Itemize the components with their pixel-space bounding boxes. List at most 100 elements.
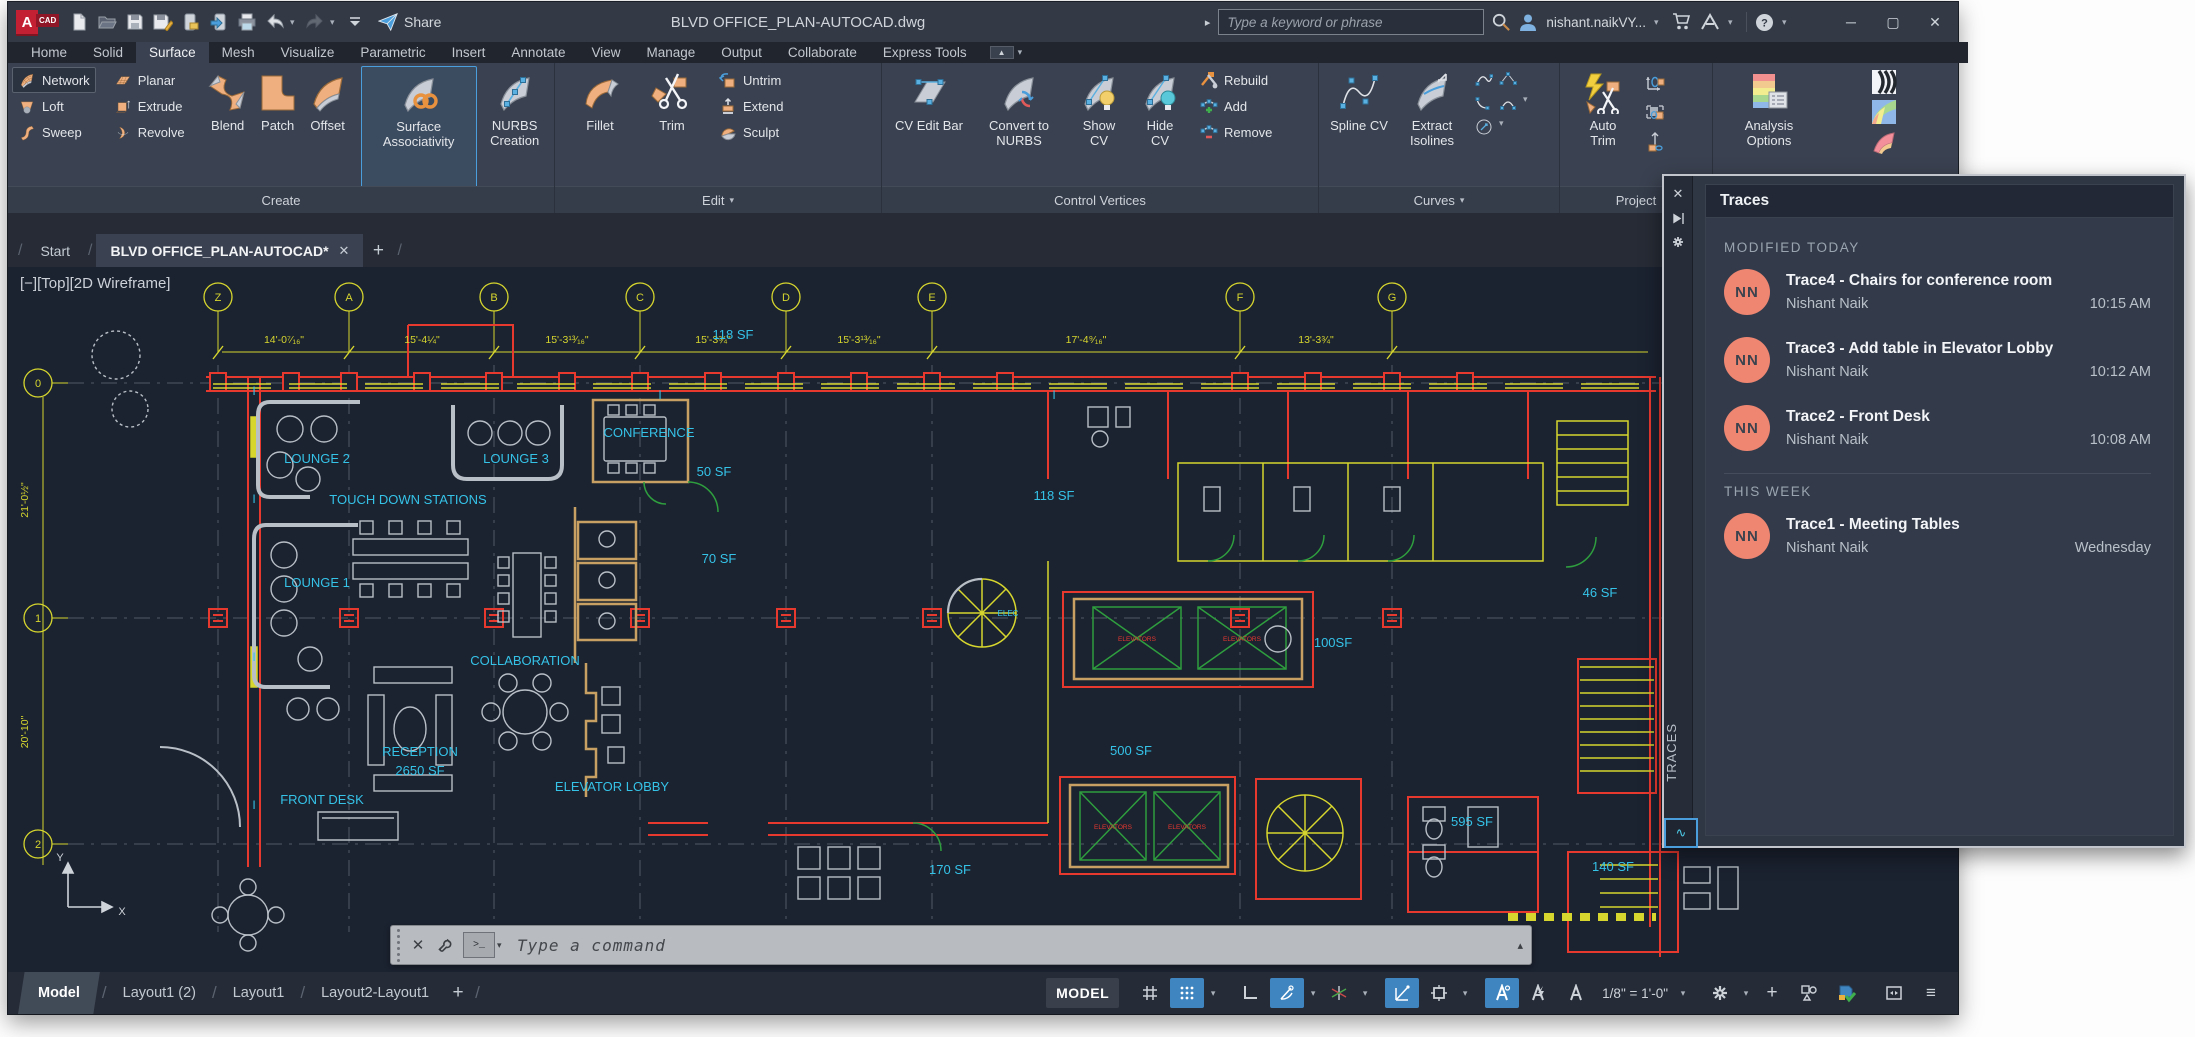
open-from-web-mobile-button[interactable] xyxy=(178,9,204,35)
project-to-vector-icon[interactable] xyxy=(1644,131,1666,153)
trace-list-item[interactable]: NNTrace1 - Meeting TablesNishant NaikWed… xyxy=(1724,513,2151,559)
surface-associativity-toggle[interactable]: SurfaceAssociativity xyxy=(361,66,477,190)
iso-dropdown[interactable]: ▾ xyxy=(1359,988,1371,999)
ribbon-tab-visualize[interactable]: Visualize xyxy=(268,42,348,63)
help-dropdown[interactable]: ▾ xyxy=(1782,17,1792,28)
ortho-mode-toggle[interactable] xyxy=(1233,978,1267,1008)
object-snap-tracking-toggle[interactable] xyxy=(1385,978,1419,1008)
command-input[interactable] xyxy=(507,935,1517,956)
convert-to-nurbs-button[interactable]: Convert toNURBS xyxy=(970,66,1068,188)
ribbon-tab-surface[interactable]: Surface xyxy=(136,42,209,63)
workspace-dropdown[interactable]: ▾ xyxy=(1740,988,1752,999)
plot-button[interactable] xyxy=(234,9,260,35)
trace-list-item[interactable]: NNTrace4 - Chairs for conference roomNis… xyxy=(1724,269,2151,315)
redo-button[interactable] xyxy=(302,9,328,35)
analysis-options-button[interactable]: AnalysisOptions xyxy=(1723,66,1815,188)
app-store-cart-icon[interactable] xyxy=(1672,13,1692,31)
surface-untrim-button[interactable]: Untrim xyxy=(713,67,789,93)
blend-curve-icon[interactable] xyxy=(1475,94,1493,112)
cv-rebuild-button[interactable]: Rebuild xyxy=(1194,67,1278,93)
ribbon-tab-annotate[interactable]: Annotate xyxy=(498,42,578,63)
ribbon-tab-mesh[interactable]: Mesh xyxy=(209,42,268,63)
command-bar-drag-handle[interactable] xyxy=(391,926,405,964)
polar-tracking-toggle[interactable] xyxy=(1270,978,1304,1008)
arc-curve-icon[interactable] xyxy=(1499,94,1517,112)
redo-dropdown[interactable]: ▾ xyxy=(330,17,340,28)
polar-dropdown[interactable]: ▾ xyxy=(1307,988,1319,999)
minimize-button[interactable]: ─ xyxy=(1834,7,1868,37)
surface-offset-button[interactable]: Offset xyxy=(303,66,353,188)
ribbon-tab-insert[interactable]: Insert xyxy=(439,42,499,63)
search-input[interactable] xyxy=(1225,14,1477,31)
recent-commands-icon[interactable]: >_ xyxy=(463,932,495,958)
undo-dropdown[interactable]: ▾ xyxy=(290,17,300,28)
curve-option-dropdown[interactable]: ▾ xyxy=(1523,94,1533,112)
panel-label-create[interactable]: Create xyxy=(8,186,554,213)
cv-remove-button[interactable]: Remove xyxy=(1194,119,1278,145)
object-snap-toggle[interactable] xyxy=(1422,978,1456,1008)
app-menu-button[interactable]: A CAD xyxy=(16,8,52,36)
grid-display-toggle[interactable] xyxy=(1133,978,1167,1008)
panel-label-control-vertices[interactable]: Control Vertices xyxy=(882,186,1318,213)
ribbon-tab-solid[interactable]: Solid xyxy=(80,42,136,63)
layout-tab-model[interactable]: Model xyxy=(18,972,100,1014)
surface-sweep-button[interactable]: Sweep xyxy=(12,119,96,145)
osnap-dropdown[interactable]: ▾ xyxy=(1459,988,1471,999)
palette-autohide-icon[interactable] xyxy=(1668,208,1688,228)
palette-properties-gear-icon[interactable] xyxy=(1668,232,1688,252)
trace-list-item[interactable]: NNTrace2 - Front DeskNishant Naik10:08 A… xyxy=(1724,405,2151,451)
draft-analysis-icon[interactable] xyxy=(1871,129,1897,155)
circle-option-dropdown[interactable]: ▾ xyxy=(1499,118,1509,136)
surface-planar-button[interactable]: Planar xyxy=(108,67,191,93)
spline-knot-icon[interactable] xyxy=(1499,70,1517,88)
command-line-bar[interactable]: ✕ >_ ▾ ▴ xyxy=(390,925,1532,965)
command-history-up-icon[interactable]: ▴ xyxy=(1517,939,1523,952)
ribbon-tab-view[interactable]: View xyxy=(578,42,633,63)
palette-title-strip[interactable]: ✕ TRACES xyxy=(1664,176,1693,846)
cv-edit-bar-button[interactable]: CV Edit Bar xyxy=(888,66,970,188)
zebra-analysis-icon[interactable] xyxy=(1871,69,1897,95)
annotation-monitor-button[interactable]: + xyxy=(1755,978,1789,1008)
snap-dropdown[interactable]: ▾ xyxy=(1207,988,1219,999)
open-file-button[interactable] xyxy=(94,9,120,35)
trace-toolbar-mini-icon[interactable]: ∿ xyxy=(1664,818,1698,848)
clean-screen-toggle[interactable] xyxy=(1877,978,1911,1008)
annotation-scale-value[interactable]: 1/8" = 1'-0" xyxy=(1596,978,1674,1008)
auto-trim-toggle[interactable]: AutoTrim xyxy=(1568,66,1638,188)
layout-tab-layout1-2-[interactable]: Layout1 (2) xyxy=(109,972,210,1014)
surface-extrude-button[interactable]: Extrude xyxy=(108,93,191,119)
surface-patch-button[interactable]: Patch xyxy=(253,66,303,188)
file-tab-start[interactable]: Start xyxy=(26,234,84,267)
autodesk-dropdown[interactable]: ▾ xyxy=(1728,17,1738,28)
circle-curve-icon[interactable] xyxy=(1475,118,1493,136)
ribbon-collapse-button[interactable]: ▲ xyxy=(990,46,1014,59)
scale-dropdown[interactable]: ▾ xyxy=(1677,988,1689,999)
command-customize-wrench-icon[interactable] xyxy=(431,932,457,958)
palette-close-icon[interactable]: ✕ xyxy=(1668,184,1688,204)
ribbon-tab-parametric[interactable]: Parametric xyxy=(347,42,438,63)
maximize-button[interactable]: ▢ xyxy=(1876,7,1910,37)
surface-loft-button[interactable]: Loft xyxy=(12,93,96,119)
new-layout-button[interactable]: + xyxy=(443,977,473,1010)
layout-tab-layout1[interactable]: Layout1 xyxy=(219,972,299,1014)
ribbon-tab-manage[interactable]: Manage xyxy=(634,42,709,63)
extract-isolines-button[interactable]: ExtractIsolines xyxy=(1395,66,1469,188)
command-close-icon[interactable]: ✕ xyxy=(405,932,431,958)
layout-tab-layout2-layout1[interactable]: Layout2-Layout1 xyxy=(307,972,443,1014)
annotation-scale-icon[interactable] xyxy=(1559,978,1593,1008)
surface-network-button[interactable]: Network xyxy=(12,67,96,93)
viewport-controls[interactable]: [−][Top][2D Wireframe] xyxy=(20,275,170,292)
customization-menu-button[interactable]: ≡ xyxy=(1914,978,1948,1008)
save-as-button[interactable] xyxy=(150,9,176,35)
file-tab-current-drawing[interactable]: BLVD OFFICE_PLAN-AUTOCAD* ✕ xyxy=(96,234,363,267)
surface-blend-button[interactable]: Blend xyxy=(203,66,253,188)
help-icon[interactable]: ? xyxy=(1755,13,1774,32)
show-cv-button[interactable]: ShowCV xyxy=(1068,66,1130,188)
curvature-analysis-icon[interactable] xyxy=(1871,99,1897,125)
new-file-button[interactable] xyxy=(66,9,92,35)
nurbs-creation-toggle[interactable]: NURBSCreation xyxy=(477,66,553,188)
surface-trim-button[interactable]: Trim xyxy=(637,66,707,188)
annotation-visibility-toggle[interactable] xyxy=(1485,978,1519,1008)
new-drawing-tab-button[interactable]: + xyxy=(363,234,393,267)
hide-cv-button[interactable]: HideCV xyxy=(1130,66,1190,188)
